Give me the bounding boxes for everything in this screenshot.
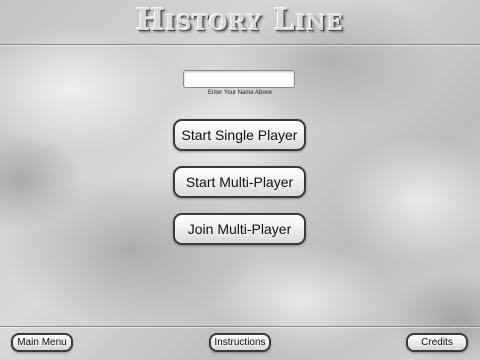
start-multi-player-button[interactable]: Start Multi-Player — [173, 166, 306, 198]
game-title: History Line — [136, 2, 344, 38]
main-menu-button[interactable]: Main Menu — [11, 333, 73, 352]
instructions-button[interactable]: Instructions — [209, 333, 271, 352]
start-single-player-button[interactable]: Start Single Player — [173, 119, 306, 151]
join-multi-player-button[interactable]: Join Multi-Player — [173, 213, 306, 245]
credits-button[interactable]: Credits — [406, 333, 468, 352]
player-name-input[interactable] — [183, 70, 295, 88]
name-input-hint: Enter Your Name Above — [207, 90, 273, 96]
title-bar: History Line — [0, 0, 480, 45]
